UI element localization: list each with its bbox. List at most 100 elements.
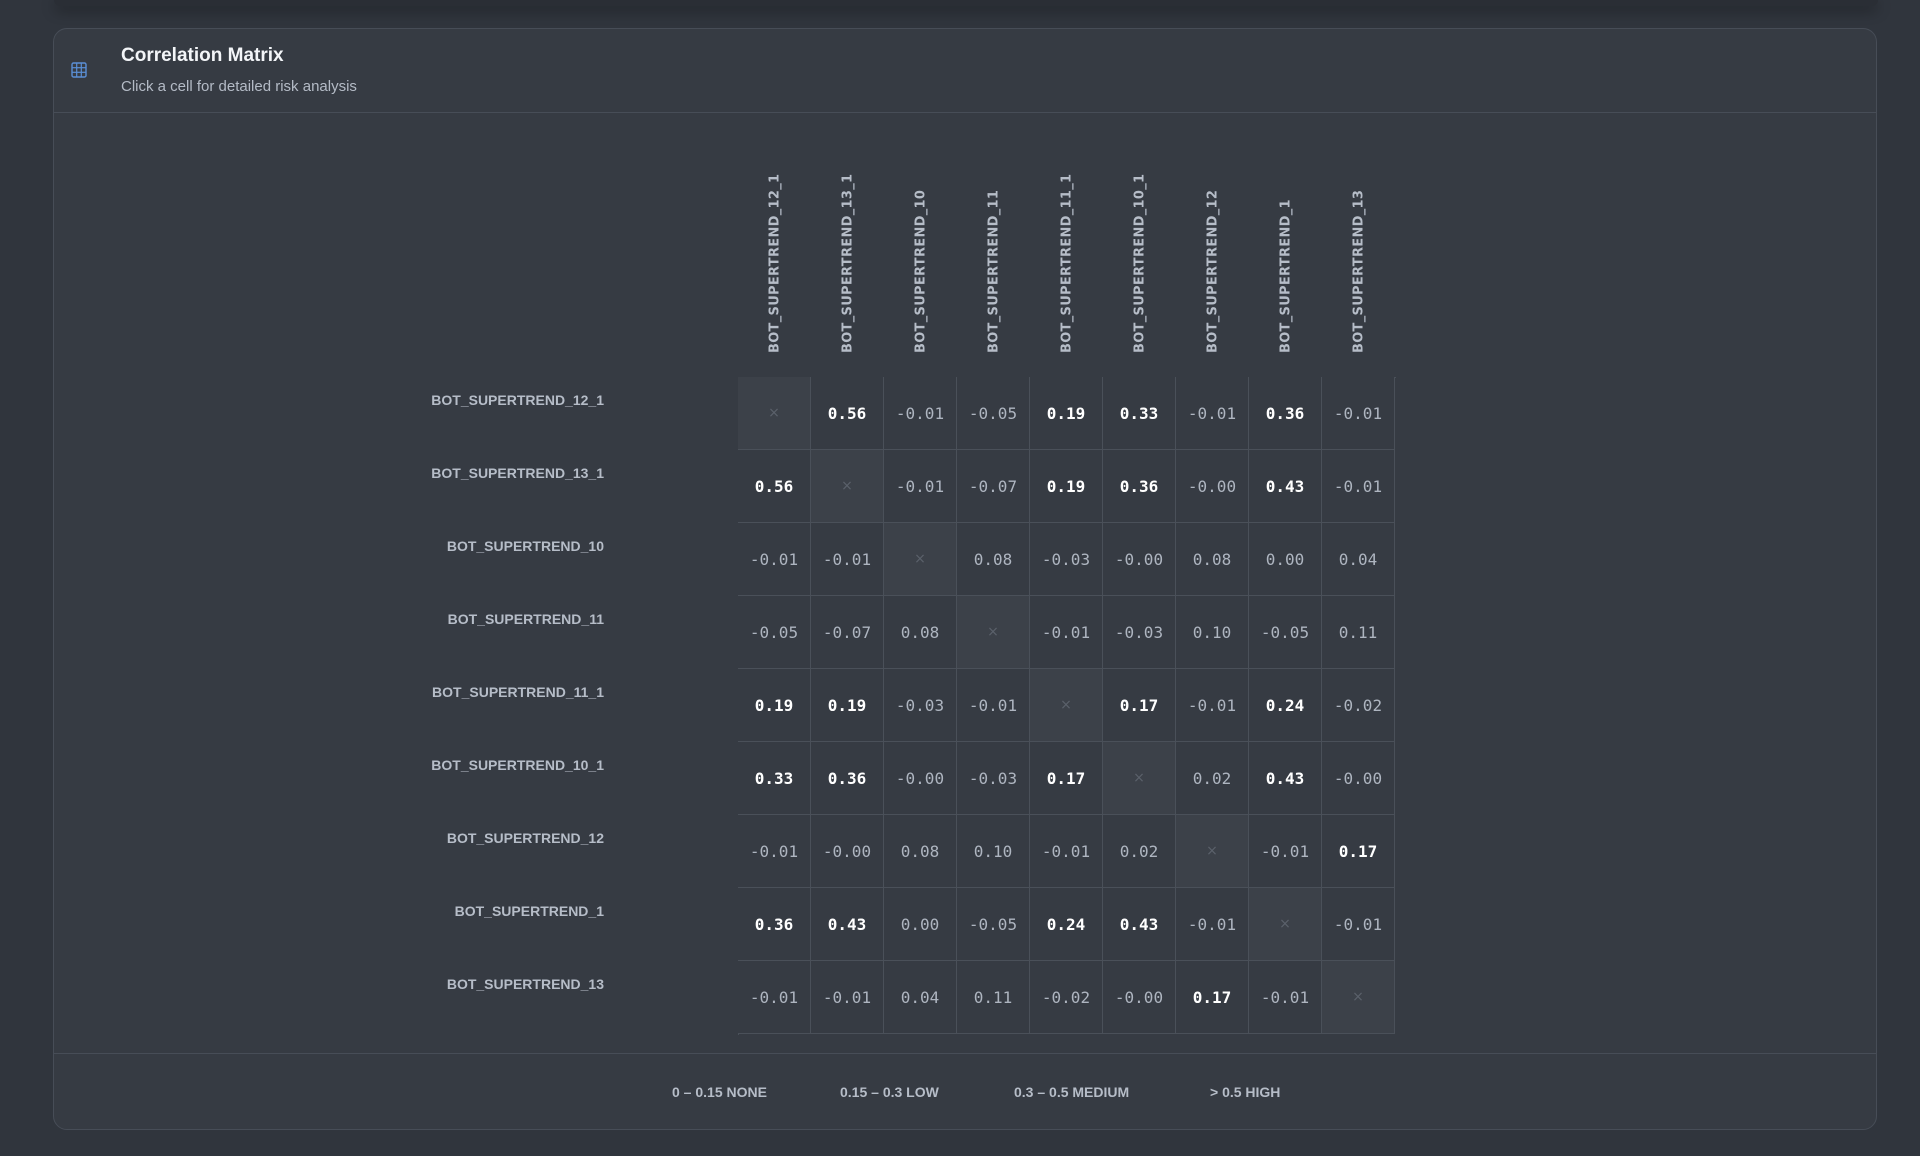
correlation-cell[interactable]: 0.08	[884, 596, 957, 669]
column-header: BOT_SUPERTREND_11_1	[1030, 113, 1103, 368]
correlation-cell[interactable]: 0.56	[811, 377, 884, 450]
legend: 0 – 0.15 NONE 0.15 – 0.3 LOW 0.3 – 0.5 M…	[54, 1053, 1876, 1131]
diagonal-cell[interactable]: ×	[811, 450, 884, 523]
correlation-cell[interactable]: 0.04	[884, 961, 957, 1034]
row-header: BOT_SUPERTREND_13	[446, 976, 604, 992]
column-header-label: BOT_SUPERTREND_1	[1278, 199, 1293, 353]
correlation-cell[interactable]: 0.08	[957, 523, 1030, 596]
correlation-cell[interactable]: -0.03	[1103, 596, 1176, 669]
correlation-cell[interactable]: 0.02	[1176, 742, 1249, 815]
correlation-cell[interactable]: 0.33	[1103, 377, 1176, 450]
correlation-cell[interactable]: -0.07	[957, 450, 1030, 523]
correlation-cell[interactable]: -0.01	[738, 523, 811, 596]
diagonal-cell[interactable]: ×	[884, 523, 957, 596]
column-header: BOT_SUPERTREND_10_1	[1103, 113, 1176, 368]
correlation-cell[interactable]: 0.24	[1030, 888, 1103, 961]
correlation-cell[interactable]: 0.11	[1322, 596, 1395, 669]
correlation-cell[interactable]: 0.19	[1030, 377, 1103, 450]
correlation-cell[interactable]: -0.03	[1030, 523, 1103, 596]
diagonal-cell[interactable]: ×	[1103, 742, 1176, 815]
correlation-cell[interactable]: 0.17	[1176, 961, 1249, 1034]
row-header: BOT_SUPERTREND_11_1	[432, 684, 604, 700]
correlation-cell[interactable]: 0.00	[884, 888, 957, 961]
correlation-cell[interactable]: 0.02	[1103, 815, 1176, 888]
correlation-cell[interactable]: -0.01	[1030, 815, 1103, 888]
correlation-cell[interactable]: -0.00	[811, 815, 884, 888]
legend-item-low: 0.15 – 0.3 LOW	[840, 1084, 939, 1100]
correlation-cell[interactable]: -0.01	[811, 523, 884, 596]
correlation-cell[interactable]: 0.10	[1176, 596, 1249, 669]
correlation-cell[interactable]: 0.17	[1322, 815, 1395, 888]
card-subtitle: Click a cell for detailed risk analysis	[121, 78, 357, 95]
correlation-cell[interactable]: 0.17	[1030, 742, 1103, 815]
correlation-cell[interactable]: 0.43	[1103, 888, 1176, 961]
correlation-cell[interactable]: 0.08	[884, 815, 957, 888]
correlation-cell[interactable]: -0.01	[738, 961, 811, 1034]
correlation-cell[interactable]: 0.19	[738, 669, 811, 742]
diagonal-cell[interactable]: ×	[1249, 888, 1322, 961]
correlation-cell[interactable]: 0.00	[1249, 523, 1322, 596]
correlation-cell[interactable]: 0.19	[811, 669, 884, 742]
column-header-label: BOT_SUPERTREND_11	[986, 189, 1001, 353]
correlation-cell[interactable]: -0.05	[738, 596, 811, 669]
correlation-cell[interactable]: 0.08	[1176, 523, 1249, 596]
correlation-cell[interactable]: -0.01	[1176, 669, 1249, 742]
diagonal-cell[interactable]: ×	[1322, 961, 1395, 1034]
correlation-cell[interactable]: -0.02	[1322, 669, 1395, 742]
correlation-cell[interactable]: -0.01	[1322, 450, 1395, 523]
correlation-cell[interactable]: -0.01	[811, 961, 884, 1034]
correlation-cell[interactable]: -0.05	[957, 888, 1030, 961]
row-header: BOT_SUPERTREND_11	[447, 611, 604, 627]
column-header: BOT_SUPERTREND_10	[884, 113, 957, 368]
correlation-cell[interactable]: -0.01	[1322, 377, 1395, 450]
diagonal-cell[interactable]: ×	[957, 596, 1030, 669]
correlation-grid: × 0.56 -0.01 -0.05 0.19 0.33 -0.01 0.36 -0.01 0.5…	[738, 377, 1396, 1035]
column-header: BOT_SUPERTREND_11	[957, 113, 1030, 368]
correlation-cell[interactable]: -0.01	[1322, 888, 1395, 961]
correlation-cell[interactable]: 0.17	[1103, 669, 1176, 742]
correlation-cell[interactable]: -0.01	[1176, 377, 1249, 450]
correlation-cell[interactable]: -0.00	[1103, 523, 1176, 596]
column-header: BOT_SUPERTREND_12_1	[738, 113, 811, 368]
correlation-cell[interactable]: -0.01	[1249, 961, 1322, 1034]
card-title: Correlation Matrix	[121, 45, 284, 66]
correlation-cell[interactable]: 0.33	[738, 742, 811, 815]
correlation-cell[interactable]: -0.00	[884, 742, 957, 815]
correlation-cell[interactable]: -0.01	[738, 815, 811, 888]
correlation-cell[interactable]: 0.56	[738, 450, 811, 523]
correlation-cell[interactable]: 0.43	[811, 888, 884, 961]
correlation-cell[interactable]: -0.05	[1249, 596, 1322, 669]
correlation-cell[interactable]: 0.36	[1103, 450, 1176, 523]
correlation-cell[interactable]: 0.36	[738, 888, 811, 961]
correlation-cell[interactable]: -0.01	[884, 450, 957, 523]
correlation-cell[interactable]: 0.43	[1249, 450, 1322, 523]
correlation-cell[interactable]: 0.36	[811, 742, 884, 815]
diagonal-cell[interactable]: ×	[738, 377, 811, 450]
correlation-cell[interactable]: -0.03	[957, 742, 1030, 815]
correlation-cell[interactable]: -0.01	[884, 377, 957, 450]
correlation-cell[interactable]: -0.07	[811, 596, 884, 669]
card-header: Correlation Matrix Click a cell for deta…	[54, 29, 1876, 113]
diagonal-cell[interactable]: ×	[1176, 815, 1249, 888]
correlation-cell[interactable]: -0.00	[1322, 742, 1395, 815]
column-header-label: BOT_SUPERTREND_12_1	[767, 173, 782, 353]
correlation-cell[interactable]: 0.36	[1249, 377, 1322, 450]
correlation-matrix-card: Correlation Matrix Click a cell for deta…	[53, 28, 1877, 1130]
correlation-cell[interactable]: -0.00	[1176, 450, 1249, 523]
correlation-cell[interactable]: -0.00	[1103, 961, 1176, 1034]
correlation-cell[interactable]: 0.11	[957, 961, 1030, 1034]
correlation-cell[interactable]: -0.01	[1249, 815, 1322, 888]
correlation-cell[interactable]: -0.01	[1030, 596, 1103, 669]
correlation-cell[interactable]: 0.04	[1322, 523, 1395, 596]
correlation-cell[interactable]: -0.05	[957, 377, 1030, 450]
correlation-cell[interactable]: 0.10	[957, 815, 1030, 888]
correlation-cell[interactable]: -0.03	[884, 669, 957, 742]
correlation-cell[interactable]: 0.43	[1249, 742, 1322, 815]
correlation-cell[interactable]: -0.02	[1030, 961, 1103, 1034]
correlation-cell[interactable]: -0.01	[1176, 888, 1249, 961]
legend-item-none: 0 – 0.15 NONE	[672, 1084, 767, 1100]
correlation-cell[interactable]: -0.01	[957, 669, 1030, 742]
correlation-cell[interactable]: 0.24	[1249, 669, 1322, 742]
correlation-cell[interactable]: 0.19	[1030, 450, 1103, 523]
diagonal-cell[interactable]: ×	[1030, 669, 1103, 742]
